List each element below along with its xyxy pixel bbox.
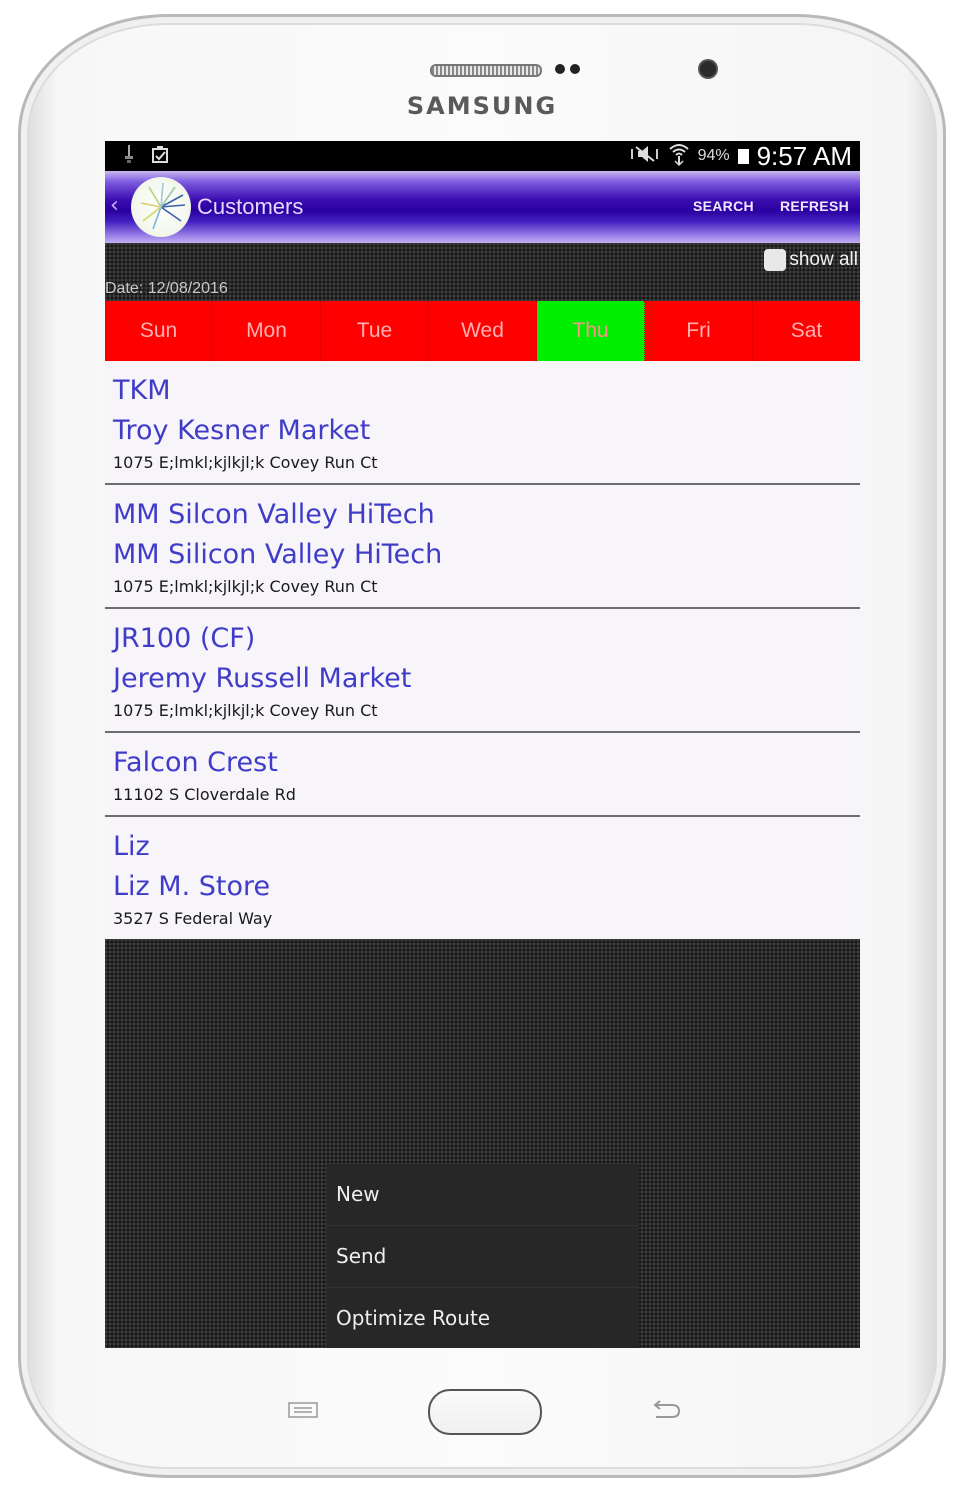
light-sensor [570,64,580,74]
customer-address: 11102 S Cloverdale Rd [113,785,296,804]
page-title: Customers [197,194,304,219]
proximity-sensor [555,64,565,74]
status-bar: 94% 9:57 AM [105,141,860,171]
battery-percent: 94% [697,147,730,164]
app-logo-icon[interactable] [131,177,191,237]
wifi-icon [668,142,690,170]
menu-item-new[interactable]: New [326,1164,639,1226]
customer-address: 1075 E;lmkl;kjlkjl;k Covey Run Ct [113,577,378,596]
search-button[interactable]: SEARCH [693,198,754,214]
customer-name: Jeremy Russell Market [113,663,412,694]
menu-key-icon[interactable] [288,1402,318,1418]
refresh-button[interactable]: REFRESH [780,198,849,214]
customer-address: 3527 S Federal Way [113,909,273,928]
tab-wed[interactable]: Wed [429,301,537,361]
customer-address: 1075 E;lmkl;kjlkjl;k Covey Run Ct [113,701,378,720]
back-chevron-icon[interactable]: ‹ [110,193,119,218]
action-bar: ‹ Customers SEARCH REFRESH [105,171,860,243]
date-label: Date: 12/08/2016 [105,280,228,297]
earpiece-speaker [430,64,542,77]
front-camera-icon [700,61,716,77]
customer-name: MM Silicon Valley HiTech [113,539,443,570]
usb-debug-icon [123,144,135,168]
mute-icon [630,145,660,167]
tab-tue[interactable]: Tue [321,301,429,361]
overflow-menu: New Send Optimize Route [326,1164,639,1348]
show-all-toggle[interactable]: show all [764,249,858,271]
customer-item[interactable]: JR100 (CF) Jeremy Russell Market 1075 E;… [105,609,860,733]
tab-sat[interactable]: Sat [753,301,860,361]
customer-code: Liz [113,831,150,862]
customer-list: TKM Troy Kesner Market 1075 E;lmkl;kjlkj… [105,361,860,939]
tab-fri[interactable]: Fri [645,301,753,361]
customer-code: TKM [113,375,171,406]
customer-code: JR100 (CF) [113,623,256,654]
day-tabs: Sun Mon Tue Wed Thu Fri Sat [105,301,860,361]
menu-item-send[interactable]: Send [326,1226,639,1288]
battery-icon [737,148,749,164]
device-brand-logo: SAMSUNG [406,92,558,120]
show-all-checkbox[interactable] [764,249,787,271]
customer-item[interactable]: TKM Troy Kesner Market 1075 E;lmkl;kjlkj… [105,361,860,485]
customer-code: MM Silcon Valley HiTech [113,499,435,530]
filter-bar: show all Date: 12/08/2016 [105,243,860,301]
clipboard-check-icon [151,145,171,167]
menu-item-optimize-route[interactable]: Optimize Route [326,1288,639,1348]
clock: 9:57 AM [756,141,852,171]
customer-name: Falcon Crest [113,747,278,778]
customer-item[interactable]: Liz Liz M. Store 3527 S Federal Way [105,817,860,939]
screen: 94% 9:57 AM ‹ Customers SEARCH REFRESH s… [105,141,860,1348]
customer-address: 1075 E;lmkl;kjlkjl;k Covey Run Ct [113,453,378,472]
customer-name: Troy Kesner Market [113,415,371,446]
show-all-label: show all [789,249,858,270]
home-button[interactable] [428,1389,542,1435]
tab-thu[interactable]: Thu [537,301,645,361]
customer-name: Liz M. Store [113,871,271,902]
back-key-icon[interactable] [650,1400,682,1422]
customer-item[interactable]: MM Silcon Valley HiTech MM Silicon Valle… [105,485,860,609]
tab-sun[interactable]: Sun [105,301,213,361]
tab-mon[interactable]: Mon [213,301,321,361]
customer-item[interactable]: Falcon Crest 11102 S Cloverdale Rd [105,733,860,817]
